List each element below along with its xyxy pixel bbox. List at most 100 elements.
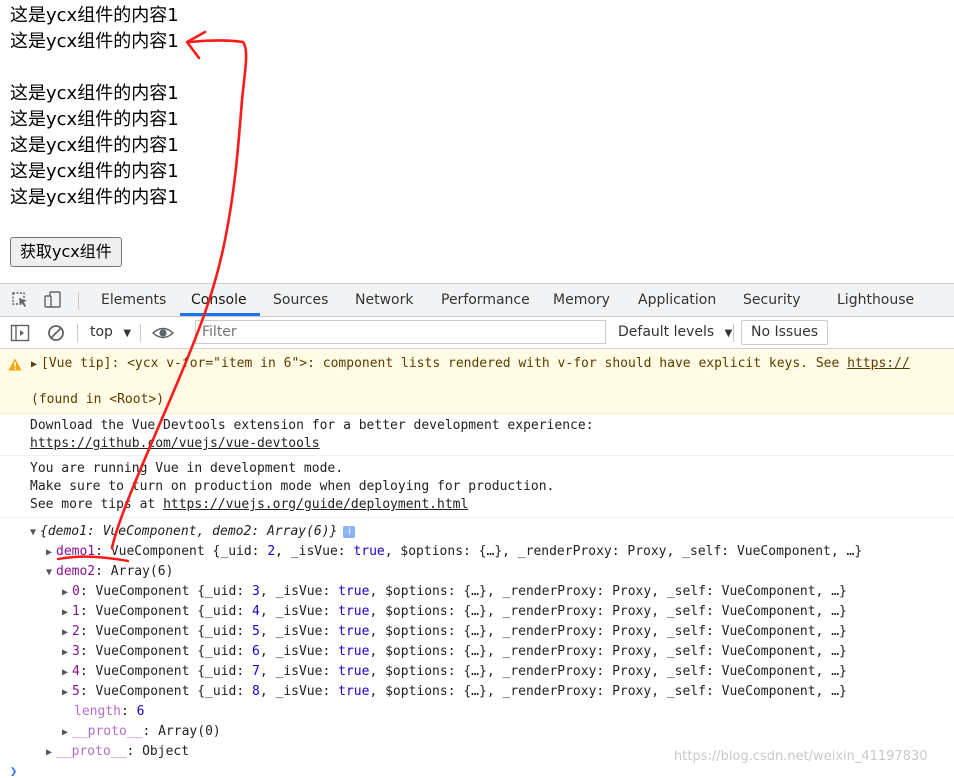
isvue-value: true (338, 664, 370, 679)
tree-row-item[interactable]: ▶ 0: VueComponent {_uid: 3, _isVue: true,… (62, 582, 847, 603)
property-key: __proto__ (56, 744, 127, 759)
property-value: : VueComponent {_uid: (79, 604, 253, 619)
watermark: https://blog.csdn.net/weixin_41197830 (674, 749, 928, 764)
array-index: 3 (72, 644, 80, 659)
issues-button[interactable]: No Issues (741, 320, 828, 345)
tree-row-demo1[interactable]: ▶ demo1: VueComponent {_uid: 2, _isVue: t… (46, 542, 862, 563)
tab-network[interactable]: Network (355, 284, 413, 316)
property-value: : VueComponent {_uid: (79, 584, 253, 599)
tab-performance[interactable]: Performance (441, 284, 530, 316)
toolbar-divider (77, 324, 78, 342)
isvue-value: true (338, 584, 370, 599)
deployment-link[interactable]: https://vuejs.org/guide/deployment.html (163, 497, 468, 512)
context-label: top (90, 324, 113, 340)
property-value: : VueComponent {_uid: (79, 644, 253, 659)
property-value: , $options: {…}, _renderProxy: Proxy, _s… (369, 624, 847, 639)
content-line: 这是ycx组件的内容1 (10, 5, 179, 26)
sidebar-toggle-icon[interactable] (10, 323, 30, 347)
expand-triangle-icon[interactable]: ▶ (46, 543, 56, 563)
tree-row-item[interactable]: ▶ 5: VueComponent {_uid: 8, _isVue: true,… (62, 682, 847, 703)
uid-value: 5 (252, 624, 260, 639)
device-toolbar-icon[interactable] (43, 291, 63, 309)
log-levels-dropdown[interactable]: Default levels ▼ (618, 317, 732, 349)
devtools-link[interactable]: https://github.com/vuejs/vue-devtools (30, 436, 320, 451)
warning-message[interactable]: ▶ [Vue tip]: <ycx v-for="item in 6">: com… (31, 354, 910, 375)
log-text: Download the Vue Devtools extension for … (30, 418, 594, 433)
property-value: , $options: {…}, _renderProxy: Proxy, _s… (369, 664, 847, 679)
expand-triangle-icon[interactable]: ▶ (62, 663, 72, 683)
tree-row-item[interactable]: ▶ 3: VueComponent {_uid: 6, _isVue: true,… (62, 642, 847, 663)
tree-row-item[interactable]: ▶ 1: VueComponent {_uid: 4, _isVue: true,… (62, 602, 847, 623)
isvue-value: true (338, 604, 370, 619)
tab-security[interactable]: Security (743, 284, 801, 316)
isvue-value: true (338, 684, 370, 699)
tab-lighthouse[interactable]: Lighthouse (837, 284, 914, 316)
property-value: , $options: {…}, _renderProxy: Proxy, _s… (384, 544, 863, 559)
tab-console[interactable]: Console (191, 284, 247, 316)
property-value: : VueComponent {_uid: (79, 684, 253, 699)
property-value: , _isVue: (259, 584, 339, 599)
devtools-tabbar: Elements Console Sources Network Perform… (0, 283, 954, 317)
uid-value: 6 (252, 644, 260, 659)
log-levels-label: Default levels (618, 324, 715, 340)
info-icon: i (343, 526, 356, 538)
tab-memory[interactable]: Memory (553, 284, 610, 316)
property-value: , _isVue: (259, 624, 339, 639)
expand-triangle-icon[interactable]: ▶ (62, 603, 72, 623)
property-value: : Array(6) (95, 564, 174, 579)
warning-link[interactable]: https:// (847, 356, 910, 371)
expand-triangle-icon[interactable]: ▶ (62, 683, 72, 703)
expand-triangle-icon[interactable]: ▶ (46, 743, 56, 763)
property-value: : VueComponent {_uid: (95, 544, 268, 559)
uid-value: 7 (252, 664, 260, 679)
tab-elements[interactable]: Elements (101, 284, 166, 316)
warning-found-in: (found in <Root>) (31, 392, 165, 407)
tab-sources[interactable]: Sources (273, 284, 328, 316)
array-index: 2 (72, 624, 80, 639)
warning-body: <ycx v-for="item in 6">: component lists… (127, 356, 848, 371)
property-key: __proto__ (72, 724, 143, 739)
active-tab-indicator (180, 313, 260, 316)
array-index: 5 (72, 684, 80, 699)
tree-row-item[interactable]: ▶ 4: VueComponent {_uid: 7, _isVue: true,… (62, 662, 847, 683)
property-key: demo1 (56, 544, 96, 559)
filter-input[interactable] (195, 320, 606, 344)
expand-triangle-icon[interactable]: ▶ (62, 583, 72, 603)
property-value: , $options: {…}, _renderProxy: Proxy, _s… (369, 644, 847, 659)
property-value: : Object (126, 744, 190, 759)
inspect-element-icon[interactable] (11, 291, 31, 309)
array-index: 4 (72, 664, 80, 679)
page-content: 这是ycx组件的内容1 这是ycx组件的内容1 这是ycx组件的内容1 这是yc… (0, 0, 954, 283)
property-value: , _isVue: (259, 664, 339, 679)
warning-prefix: [Vue tip]: (41, 356, 128, 371)
tab-application[interactable]: Application (638, 284, 716, 316)
property-value: : Array(0) (142, 724, 221, 739)
expand-triangle-icon[interactable]: ▶ (62, 723, 72, 743)
uid-value: 8 (252, 684, 260, 699)
property-value: : VueComponent {_uid: (79, 624, 253, 639)
tree-row-item[interactable]: ▶ 2: VueComponent {_uid: 5, _isVue: true,… (62, 622, 847, 643)
property-key: demo2 (56, 564, 96, 579)
array-index: 1 (72, 604, 80, 619)
property-key: length (74, 704, 121, 719)
content-line: 这是ycx组件的内容1 (10, 161, 179, 182)
expand-triangle-icon[interactable]: ▶ (62, 643, 72, 663)
tree-row-demo2[interactable]: ▼ demo2: Array(6) (46, 562, 173, 583)
object-summary[interactable]: ▼ {demo1: VueComponent, demo2: Array(6)} i (30, 522, 356, 543)
expand-triangle-icon[interactable]: ▶ (31, 355, 41, 375)
context-selector[interactable]: top ▼ (90, 317, 131, 349)
eye-icon[interactable] (151, 323, 175, 347)
tree-row-object-proto[interactable]: ▶ __proto__: Object (46, 742, 189, 763)
expand-triangle-icon[interactable]: ▶ (62, 623, 72, 643)
get-ycx-button[interactable]: 获取ycx组件 (10, 237, 122, 267)
tree-row-array-proto[interactable]: ▶ __proto__: Array(0) (62, 722, 221, 743)
object-summary-text: {demo1: VueComponent, demo2: Array(6)} (40, 524, 338, 539)
console-log-dev-mode: You are running Vue in development mode.… (0, 456, 954, 518)
toolbar-divider (733, 324, 734, 342)
collapse-triangle-icon[interactable]: ▼ (46, 563, 56, 583)
console-warning: ▶ [Vue tip]: <ycx v-for="item in 6">: com… (0, 349, 954, 414)
content-line: 这是ycx组件的内容1 (10, 83, 179, 104)
collapse-triangle-icon[interactable]: ▼ (30, 523, 40, 543)
clear-console-icon[interactable] (46, 323, 66, 347)
property-value: , $options: {…}, _renderProxy: Proxy, _s… (369, 684, 847, 699)
